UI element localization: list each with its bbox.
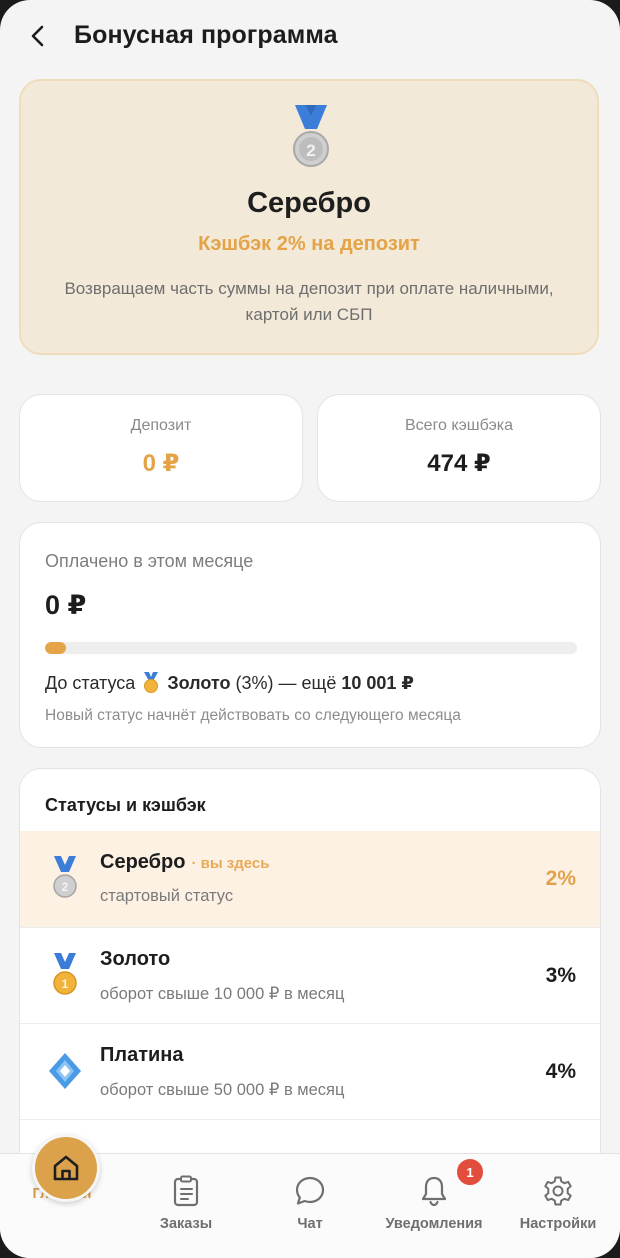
level-row-platinum[interactable]: Платина оборот свыше 50 000 ₽ в месяц 4%	[20, 1023, 600, 1119]
tab-orders[interactable]: Заказы	[124, 1154, 248, 1258]
gear-icon	[544, 1176, 572, 1206]
deposit-card: Депозит 0 ₽	[19, 394, 303, 502]
total-cashback-card: Всего кэшбэка 474 ₽	[317, 394, 601, 502]
status-change-note: Новый статус начнёт действовать со следу…	[45, 707, 461, 724]
tab-chat[interactable]: Чат	[248, 1154, 372, 1258]
tab-chat-label: Чат	[297, 1216, 323, 1232]
tab-settings-label: Настройки	[519, 1216, 597, 1232]
next-status-rate: (3%) — ещё	[235, 673, 337, 693]
home-icon	[53, 1155, 79, 1181]
month-paid-value: 0 ₽	[45, 590, 87, 620]
level-row-silver[interactable]: 2 Серебро · вы здесь стартовый статус 2%	[20, 831, 600, 927]
total-cashback-label: Всего кэшбэка	[405, 417, 513, 434]
page-title: Бонусная программа	[74, 21, 338, 49]
current-status-card: 2 Серебро Кэшбэк 2% на депозит Возвращае…	[19, 79, 599, 355]
monthly-progress-card: Оплачено в этом месяце 0 ₽ До статуса Зо…	[19, 522, 601, 748]
current-level-tag: · вы здесь	[191, 855, 270, 872]
notifications-badge: 1	[455, 1157, 485, 1187]
deposit-label: Депозит	[130, 417, 192, 434]
clipboard-icon	[173, 1175, 199, 1207]
next-status-amount: 10 001 ₽	[341, 673, 414, 693]
app-screen: Бонусная программа 2 Серебро Кэшбэк 2% н…	[0, 0, 620, 1258]
status-cashback-rate: Кэшбэк 2% на депозит	[198, 233, 420, 255]
svg-text:1: 1	[62, 977, 69, 991]
next-status-prefix: До статуса	[45, 673, 136, 693]
status-name: Серебро	[247, 187, 371, 219]
gold-medal-icon	[144, 672, 159, 693]
level-name: Платина	[100, 1044, 184, 1066]
total-cashback-value: 474 ₽	[427, 450, 491, 477]
level-desc: стартовый статус	[100, 887, 234, 905]
svg-text:2: 2	[62, 880, 69, 894]
level-cashback: 4%	[545, 1060, 576, 1083]
level-cashback: 3%	[545, 964, 576, 987]
level-name: Серебро · вы здесь	[100, 851, 270, 873]
tab-settings[interactable]: Настройки	[496, 1154, 620, 1258]
svg-text:2: 2	[306, 141, 315, 160]
platinum-diamond-icon	[49, 1053, 81, 1089]
home-button[interactable]	[32, 1134, 100, 1202]
chevron-left-icon	[31, 25, 44, 47]
level-desc: оборот свыше 50 000 ₽ в месяц	[100, 1081, 345, 1099]
gold-medal-icon: 1	[53, 953, 77, 995]
level-row-gold[interactable]: 1 Золото оборот свыше 10 000 ₽ в месяц 3…	[20, 927, 600, 1023]
levels-title: Статусы и кэшбэк	[45, 795, 206, 815]
level-desc: оборот свыше 10 000 ₽ в месяц	[100, 985, 345, 1003]
status-progress-bar	[45, 642, 577, 654]
level-cashback: 2%	[545, 867, 576, 890]
month-paid-label: Оплачено в этом месяце	[45, 551, 254, 571]
silver-medal-icon: 2	[53, 856, 77, 898]
status-description: Возвращаем часть суммы на депозит при оп…	[64, 279, 554, 324]
next-status-line: До статуса Золото (3%) — ещё 10 001 ₽	[45, 671, 414, 694]
levels-card: Статусы и кэшбэк 2 Серебро · вы здесь ста…	[19, 768, 601, 1188]
status-progress-fill	[45, 642, 67, 654]
chat-bubble-icon	[295, 1176, 325, 1205]
bell-icon	[421, 1176, 447, 1207]
header: Бонусная программа	[0, 0, 620, 72]
back-button[interactable]	[22, 20, 54, 52]
tab-notifications-label: Уведомления	[385, 1216, 483, 1232]
deposit-value: 0 ₽	[142, 450, 180, 477]
silver-medal-icon: 2	[293, 105, 329, 167]
tab-orders-label: Заказы	[159, 1216, 213, 1232]
next-status-name: Золото	[167, 673, 231, 693]
level-name: Золото	[100, 948, 171, 970]
